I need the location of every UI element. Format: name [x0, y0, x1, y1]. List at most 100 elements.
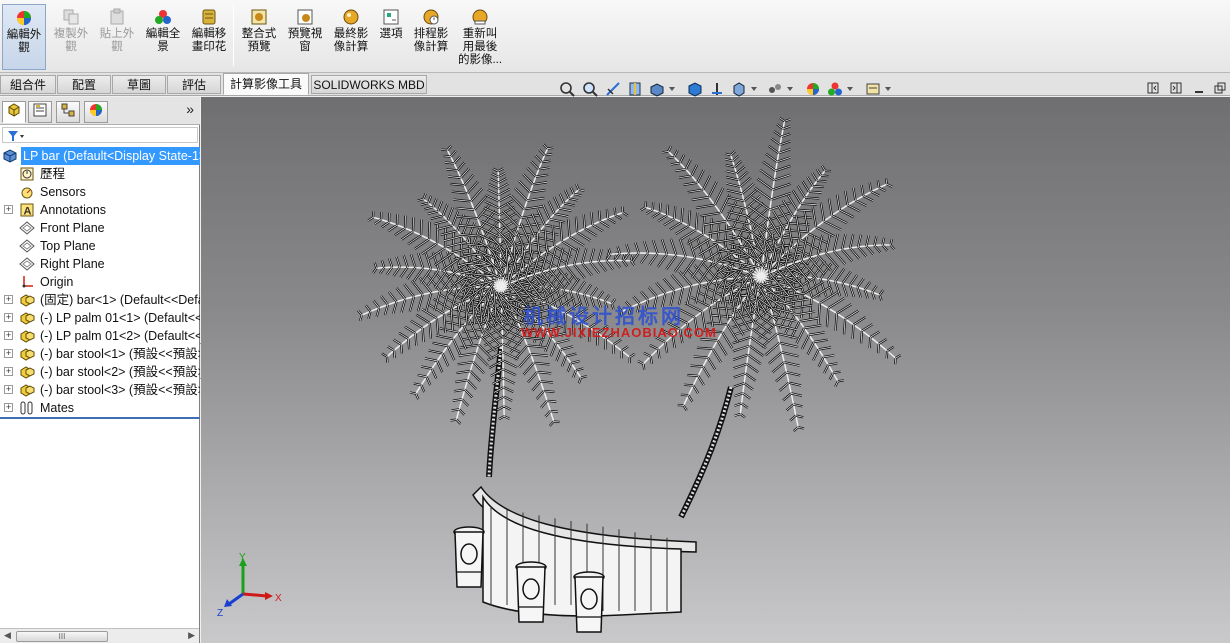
- zoom-to-area-icon[interactable]: [582, 81, 598, 97]
- restore-icon[interactable]: [1213, 82, 1227, 96]
- edit-appearance-view-icon[interactable]: [731, 81, 747, 97]
- edit-appearance-label: 編輯外 觀: [6, 29, 42, 54]
- mates-icon: [18, 400, 35, 416]
- view-orientation-dropdown-icon[interactable]: [669, 87, 675, 91]
- tree-item[interactable]: Sensors: [0, 183, 200, 201]
- options-button[interactable]: 選項: [374, 4, 408, 70]
- tree-filter[interactable]: [2, 127, 198, 143]
- tab-render-tools[interactable]: 計算影像工具: [223, 73, 309, 95]
- tree-item[interactable]: + (固定) bar<1> (Default<<Default>_Display …: [0, 291, 200, 309]
- expand-toggle-icon[interactable]: +: [4, 295, 13, 304]
- palm-trunk: [678, 386, 734, 519]
- copy-appearance-button[interactable]: 複製外 觀: [50, 4, 92, 70]
- tree-item-label: Front Plane: [40, 221, 105, 235]
- edit-scene-button[interactable]: 編輯全 景: [142, 4, 184, 70]
- paste-appearance-icon: [108, 8, 126, 26]
- expand-toggle-icon[interactable]: +: [4, 367, 13, 376]
- svg-text:A: A: [23, 206, 31, 218]
- configurationmanager-tab[interactable]: [56, 101, 80, 123]
- tree-item[interactable]: + (-) LP palm 01<1> (Default<<Default>_Di…: [0, 309, 200, 327]
- expand-toggle-icon[interactable]: +: [4, 403, 13, 412]
- tree-item[interactable]: Top Plane: [0, 237, 200, 255]
- tab-evaluate[interactable]: 評估: [167, 75, 221, 94]
- zoom-to-fit-icon[interactable]: [559, 81, 575, 97]
- tree-item[interactable]: 歷程: [0, 165, 200, 183]
- history-icon: [18, 166, 35, 182]
- apply-scene-icon[interactable]: [767, 81, 783, 97]
- featuremanager-tab[interactable]: [2, 101, 26, 123]
- edit-decal-button[interactable]: 編輯移 畫印花: [188, 4, 230, 70]
- previous-view-icon[interactable]: [605, 81, 621, 97]
- tree-item[interactable]: + (-) bar stool<1> (預設<<預設>_顯示狀態 1>): [0, 345, 200, 363]
- tree-item[interactable]: LP bar (Default<Display State-1>): [0, 147, 200, 165]
- final-render-button[interactable]: 最終影 像計算: [330, 4, 372, 70]
- tab-sketch[interactable]: 草圖: [112, 75, 166, 94]
- reference-triad: Y X Z: [217, 552, 282, 619]
- horizontal-scrollbar[interactable]: ◀ III ▶: [0, 628, 199, 643]
- scroll-left-arrow[interactable]: ◀: [4, 630, 11, 641]
- recall-last-image-icon: [471, 8, 489, 26]
- paste-appearance-button[interactable]: 貼上外 觀: [96, 4, 138, 70]
- sensor-icon: [18, 184, 35, 200]
- tree-item[interactable]: + A Annotations: [0, 201, 200, 219]
- tab-assembly[interactable]: 組合件: [0, 75, 56, 94]
- filter-icon: [7, 129, 25, 147]
- triad-y-label: Y: [239, 552, 246, 563]
- preview-window-icon: [296, 8, 314, 26]
- expand-toggle-icon[interactable]: +: [4, 331, 13, 340]
- annotation-icon: A: [18, 202, 35, 218]
- tab-configuration[interactable]: 配置: [57, 75, 111, 94]
- tree-item[interactable]: Right Plane: [0, 255, 200, 273]
- minimize-icon[interactable]: [1192, 82, 1206, 96]
- bar-stool-body: [574, 576, 604, 633]
- display-style-icon[interactable]: [687, 81, 703, 97]
- view-settings-icon[interactable]: [865, 81, 881, 97]
- schedule-render-icon: [422, 8, 440, 26]
- solidworks-window: 編輯外 觀 複製外 觀 貼上外 觀 編輯全 景 編輯移 畫印花 整合式 預覽 預…: [0, 0, 1230, 643]
- tile-left-icon[interactable]: [1146, 82, 1160, 96]
- part-icon: [18, 310, 35, 326]
- displaymanager-tab[interactable]: [84, 101, 108, 123]
- tree-item-label: (-) bar stool<2> (預設<<預設>_顯示狀態 1>): [40, 365, 200, 379]
- propertymanager-icon: [32, 102, 48, 123]
- tile-right-icon[interactable]: [1169, 82, 1183, 96]
- view-orientation-icon[interactable]: [649, 81, 665, 97]
- edit-scene-label: 編輯全 景: [145, 28, 181, 53]
- schedule-render-button[interactable]: 排程影 像計算: [410, 4, 452, 70]
- section-view-icon[interactable]: [627, 81, 643, 97]
- expand-toggle-icon[interactable]: +: [4, 349, 13, 358]
- appearance-color-icon[interactable]: [805, 81, 821, 97]
- palm-frond: [760, 233, 896, 297]
- expand-toggle-icon[interactable]: +: [4, 313, 13, 322]
- scrollbar-thumb[interactable]: III: [16, 631, 108, 642]
- recall-last-image-button[interactable]: 重新叫 用最後 的影像...: [456, 4, 504, 70]
- scene-dropdown-icon[interactable]: [787, 87, 793, 91]
- edit-appearance-button[interactable]: 編輯外 觀: [2, 4, 46, 70]
- expand-toggle-icon[interactable]: +: [4, 205, 13, 214]
- tree-item[interactable]: + Mates: [0, 399, 200, 417]
- plane-icon: [18, 238, 35, 254]
- expand-toggle-icon[interactable]: +: [4, 385, 13, 394]
- tree-item[interactable]: + (-) bar stool<2> (預設<<預設>_顯示狀態 1>): [0, 363, 200, 381]
- tree-item-label: (固定) bar<1> (Default<<Default>_Display S…: [40, 293, 200, 307]
- integrated-preview-button[interactable]: 整合式 預覽: [238, 4, 280, 70]
- final-render-label: 最終影 像計算: [333, 28, 369, 53]
- tree-item[interactable]: + (-) LP palm 01<2> (Default<<Default>_Di…: [0, 327, 200, 345]
- scene-spheres-dropdown-icon[interactable]: [847, 87, 853, 91]
- hide-show-items-icon[interactable]: [709, 81, 725, 97]
- view-settings-dropdown-icon[interactable]: [885, 87, 891, 91]
- featuremanager-panel: » LP bar (Default<Display State-1>) 歷程 Sen…: [0, 97, 200, 643]
- scroll-right-arrow[interactable]: ▶: [188, 630, 195, 641]
- tree-item-label: Mates: [40, 401, 75, 415]
- tree-item[interactable]: + (-) bar stool<3> (預設<<預設>_顯示狀態 1>): [0, 381, 200, 399]
- tree-item[interactable]: Origin: [0, 273, 200, 291]
- plane-icon: [18, 220, 35, 236]
- appearance-dropdown-icon[interactable]: [751, 87, 757, 91]
- expand-panel-button[interactable]: »: [186, 101, 194, 117]
- graphics-area[interactable]: 机械设计招标网 WWW.JIXIEZHAOBIAO.COM Y X Z: [201, 97, 1230, 643]
- preview-window-button[interactable]: 預覽視 窗: [284, 4, 326, 70]
- propertymanager-tab[interactable]: [28, 101, 52, 123]
- tab-solidworks-mbd[interactable]: SOLIDWORKS MBD: [311, 75, 427, 94]
- tree-item[interactable]: Front Plane: [0, 219, 200, 237]
- scene-spheres-icon[interactable]: [827, 81, 843, 97]
